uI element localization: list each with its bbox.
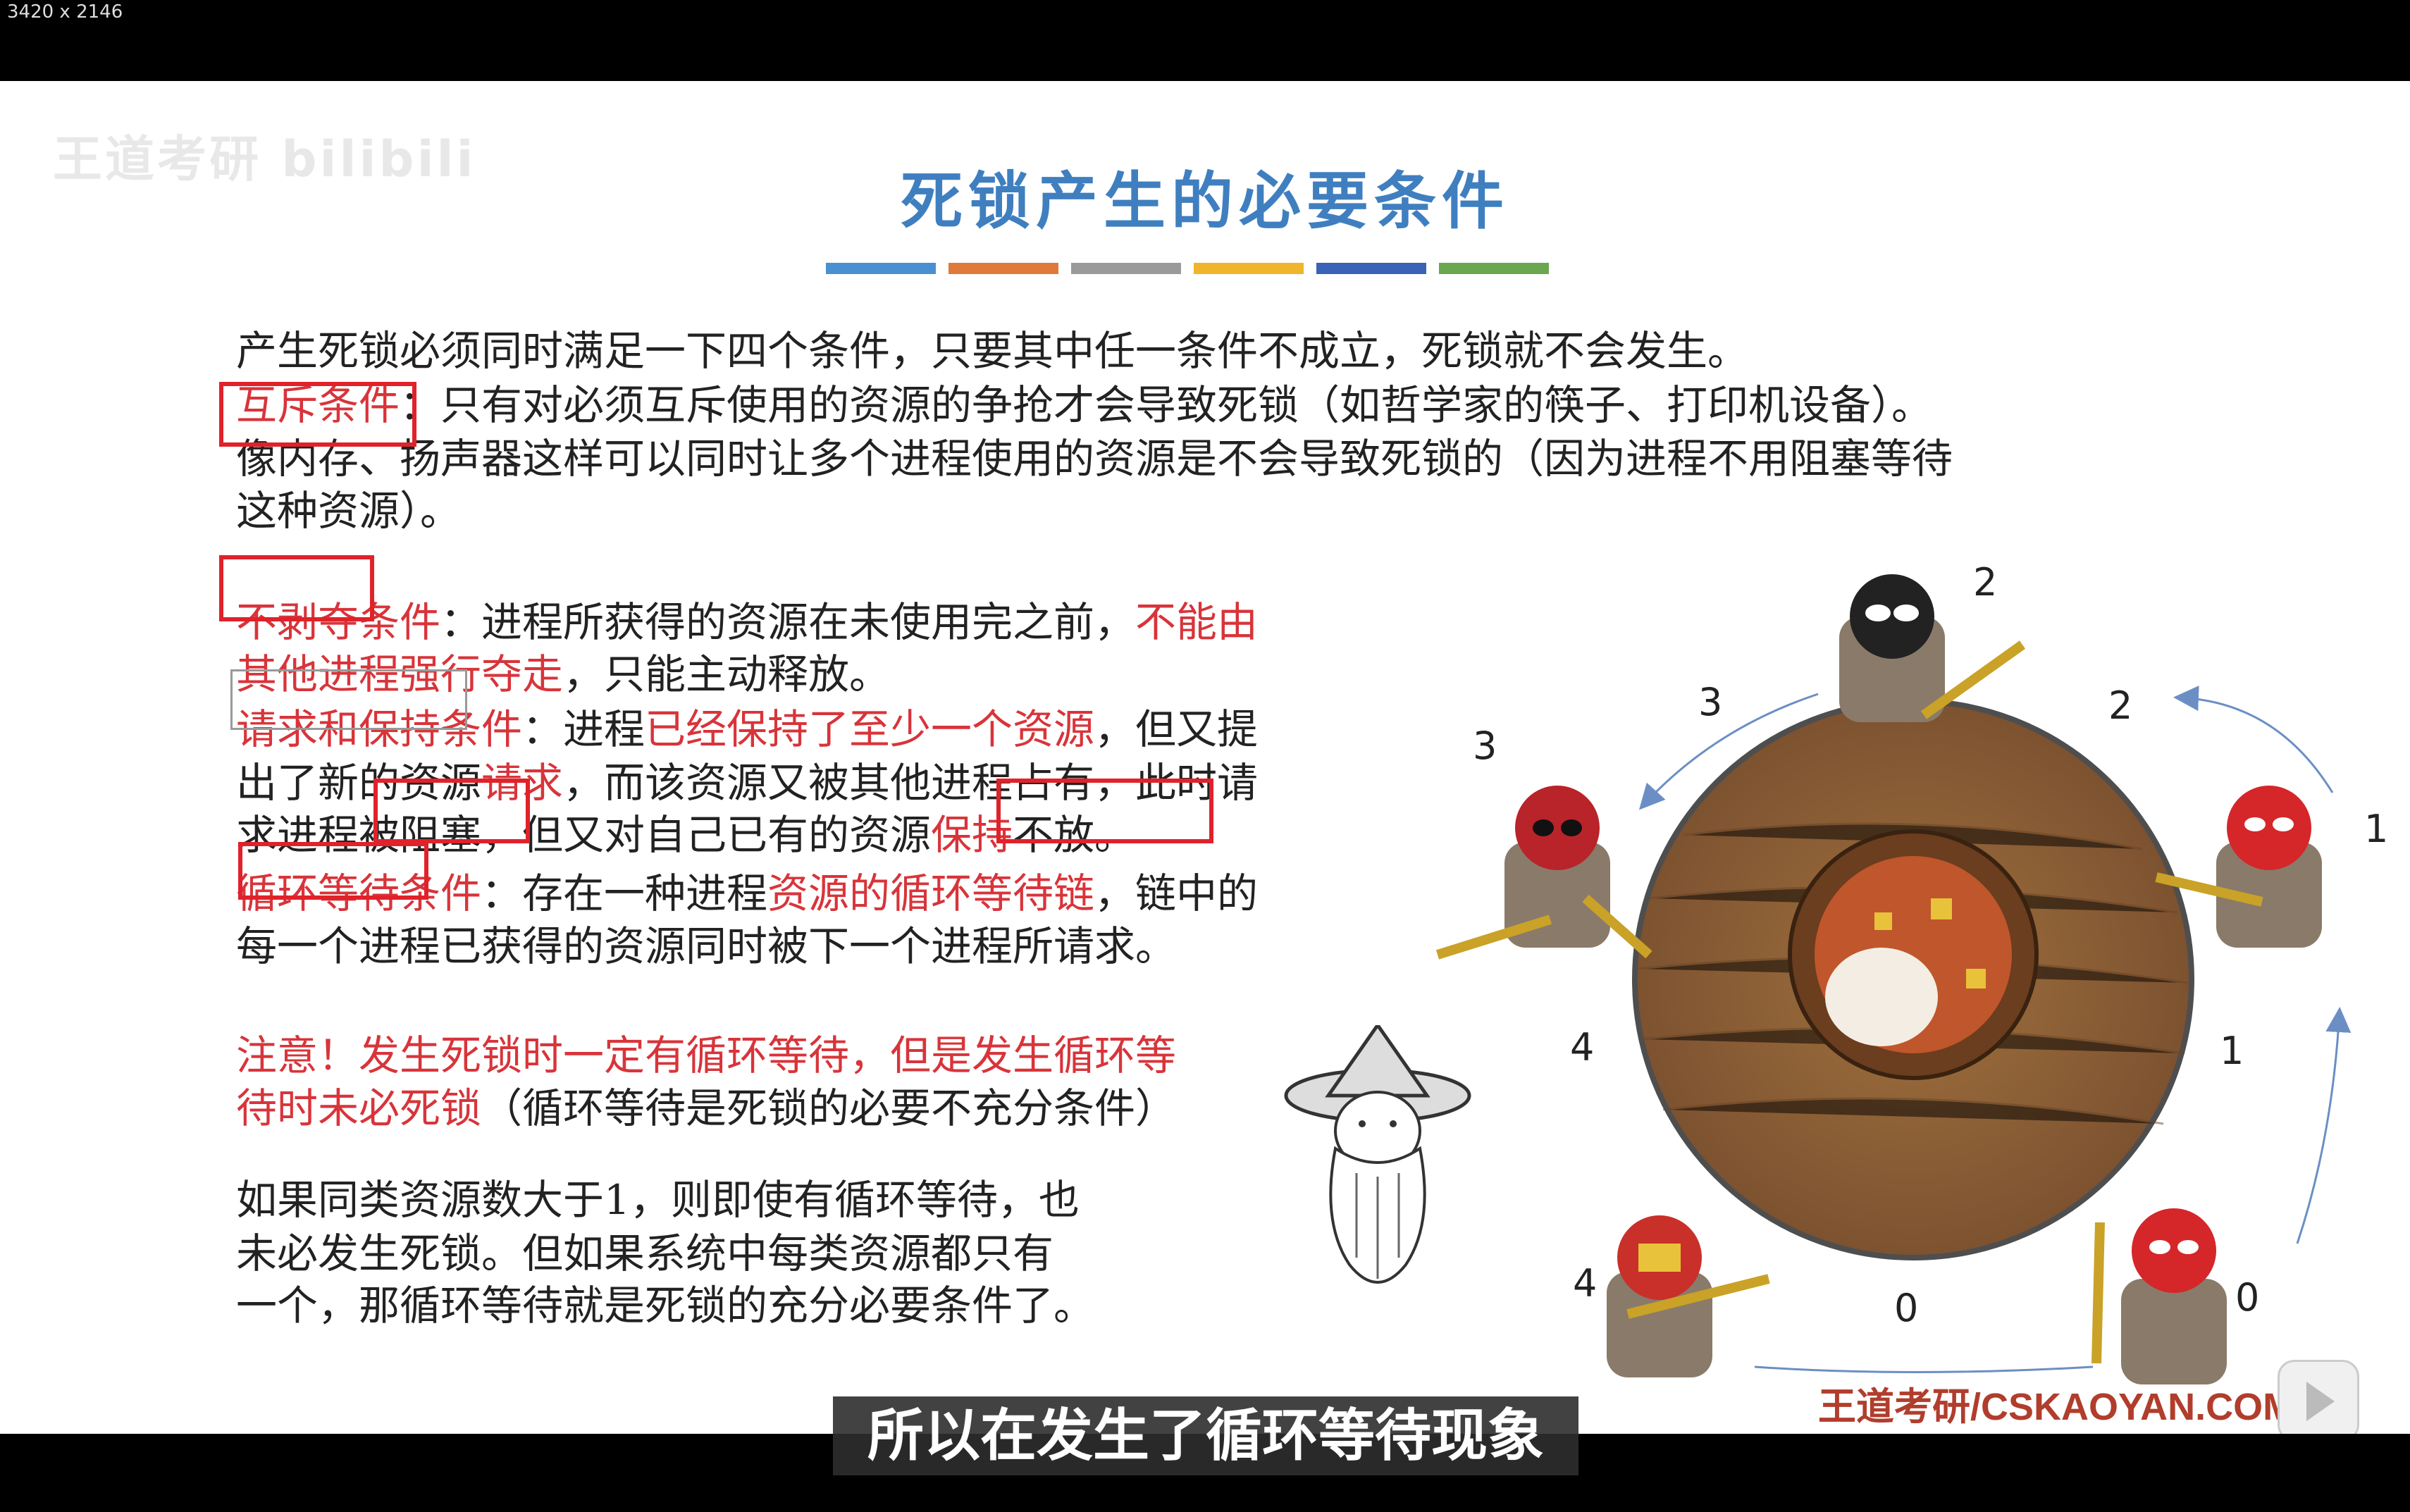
process-label-2: 2 [1973,560,1998,605]
selection-box-hold-wait[interactable] [230,669,467,730]
circular-line2: 每一个进程已获得的资源同时被下一个进程所请求。 [236,922,1177,970]
edge-label-1: 1 [2220,1029,2244,1073]
slide-title: 死锁产生的必要条件 [900,165,1509,237]
hold-wait-red1: 已经保持了至少一个资源 [645,705,1095,753]
edge-label-4: 4 [1570,1025,1595,1070]
play-button[interactable] [2278,1360,2359,1434]
process-label-1: 1 [2364,807,2389,851]
note-text: （循环等待是死锁的必要不充分条件） [481,1084,1177,1132]
highlight-box-no-preempt [219,555,374,621]
highlight-box-mutex [219,382,416,447]
process-label-0: 0 [2235,1275,2260,1320]
mutex-line1: 互斥条件：只有对必须互斥使用的资源的争抢才会导致死锁（如哲学家的筷子、打印机设备… [236,378,1932,432]
mutex-line2: 像内存、扬声器这样可以同时让多个进程使用的资源是不会导致死锁的（因为进程不用阻塞… [236,435,1953,483]
mutex-text1: ：只有对必须互斥使用的资源的争抢才会导致死锁（如哲学家的筷子、打印机设备）。 [400,381,1933,429]
stripe [826,263,936,274]
highlight-box-blocked [373,779,530,843]
subtitle-caption: 所以在发生了循环等待现象 [833,1396,1578,1475]
stripe [1071,263,1181,274]
process-bottom-right [2091,1208,2227,1384]
stripe [1316,263,1426,274]
edge-label-3: 3 [1698,680,1723,724]
intro-text: 产生死锁必须同时满足一下四个条件，只要其中任一条件不成立，死锁就不会发生。 [236,327,1749,375]
hold-wait-text2: ，但又提 [1094,705,1259,753]
circular-text1: ：存在一种进程 [481,869,768,917]
hold-wait-text1: ：进程 [522,705,645,753]
slide: 王道考研 bilibili 死锁产生的必要条件 产生死锁必须同时满足一下四个条件… [0,81,2410,1434]
extra-line1: 如果同类资源数大于1，则即使有循环等待，也 [236,1176,1080,1224]
note-line1: 注意！发生死锁时一定有循环等待，但是发生循环等 [236,1031,1177,1079]
extra-line2: 未必发生死锁。但如果系统中每类资源都只有 [236,1229,1054,1277]
dimensions-label: 3420 x 2146 [7,1,123,23]
process-left [1435,786,1652,960]
top-bar: 3420 x 2146 [0,0,2410,81]
title-stripes [826,263,1549,274]
stripe [948,263,1058,274]
no-preempt-line1: 不剥夺条件：进程所获得的资源在未使用完之前，不能由 [236,595,1258,649]
stripe [1439,263,1549,274]
no-preempt-red1: 不能由 [1135,598,1259,646]
process-label-4: 4 [1573,1261,1598,1306]
circular-red1: 资源的循环等待链 [767,869,1095,917]
process-bottom-left [1607,1215,1770,1377]
note-line2: 待时未必死锁（循环等待是死锁的必要不充分条件） [236,1082,1176,1135]
edge-label-2: 2 [2108,683,2133,728]
play-icon [2306,1382,2335,1421]
extra-line3: 一个，那循环等待就是死锁的充分必要条件了。 [236,1282,1095,1330]
mutex-line3: 这种资源）。 [236,487,462,535]
highlight-box-keep [996,779,1213,843]
process-label-3: 3 [1473,724,1497,768]
no-preempt-text2: ，只能主动释放。 [563,650,891,698]
edge-label-0: 0 [1894,1286,1919,1330]
footer-brand: 王道考研/CSKAOYAN.COM [1818,1386,2295,1428]
circular-text2: ，链中的 [1094,869,1259,917]
highlight-box-circular [238,842,428,900]
no-preempt-text1: ：进程所获得的资源在未使用完之前， [440,598,1136,646]
stripe [1194,263,1304,274]
note-red2: 待时未必死锁 [236,1084,482,1132]
